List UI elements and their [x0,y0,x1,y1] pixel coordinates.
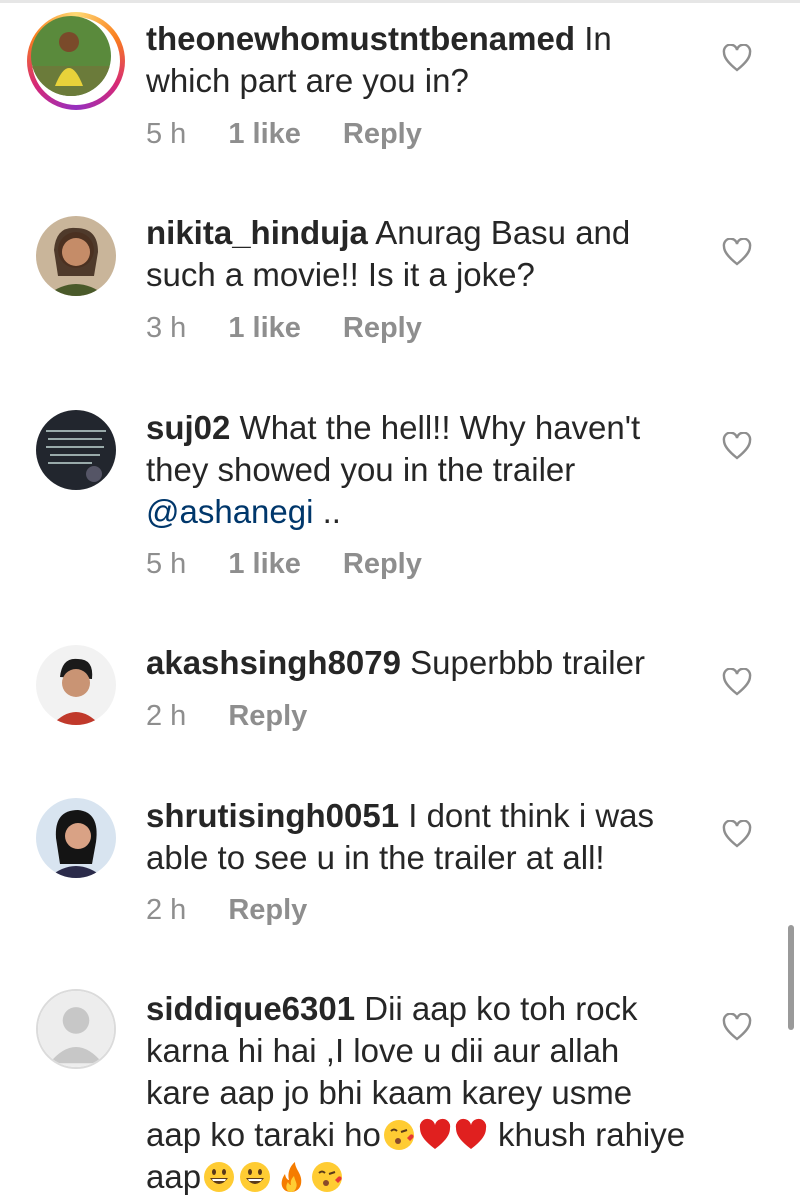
heart-icon[interactable] [722,238,752,266]
comment-username[interactable]: siddique6301 [146,990,355,1027]
comment-username[interactable]: theonewhomustntbenamed [146,20,575,57]
avatar[interactable] [36,798,116,878]
comment-time: 3 h [146,312,187,344]
red-heart-icon [454,1118,488,1152]
comment-likes[interactable]: 1 like [228,312,301,344]
comment-time: 5 h [146,118,187,150]
reply-button[interactable]: Reply [343,548,422,580]
comment-text-suffix: .. [313,493,341,530]
kiss-face-icon [382,1118,416,1152]
heart-icon[interactable] [722,668,752,696]
comment-username[interactable]: nikita_hinduja [146,214,368,251]
comment-username[interactable]: shrutisingh0051 [146,797,399,834]
avatar [31,16,111,96]
story-ring-avatar[interactable] [27,12,125,110]
heart-icon[interactable] [722,1013,752,1041]
mention-link[interactable]: @ashanegi [146,493,313,530]
comment-time: 5 h [146,548,187,580]
grinning-face-icon [238,1160,272,1194]
heart-icon[interactable] [722,432,752,460]
comment-time: 2 h [146,894,187,926]
reply-button[interactable]: Reply [343,312,422,344]
reply-button[interactable]: Reply [343,118,422,150]
kiss-face-icon [310,1160,344,1194]
heart-icon[interactable] [722,820,752,848]
comment-likes[interactable]: 1 like [228,118,301,150]
avatar[interactable] [36,216,116,296]
reply-button[interactable]: Reply [228,894,307,926]
comment-username[interactable]: suj02 [146,409,230,446]
fire-icon [274,1160,308,1194]
scrollbar-thumb[interactable] [788,925,794,1030]
red-heart-icon [418,1118,452,1152]
avatar[interactable] [36,645,116,725]
top-divider [0,0,800,3]
default-avatar-icon[interactable] [36,989,116,1069]
comment-username[interactable]: akashsingh8079 [146,644,401,681]
grinning-face-icon [202,1160,236,1194]
comment-text: Superbbb trailer [400,644,645,681]
comment-likes[interactable]: 1 like [228,548,301,580]
avatar[interactable] [36,410,116,490]
comment-time: 2 h [146,700,187,732]
reply-button[interactable]: Reply [228,700,307,732]
heart-icon[interactable] [722,44,752,72]
